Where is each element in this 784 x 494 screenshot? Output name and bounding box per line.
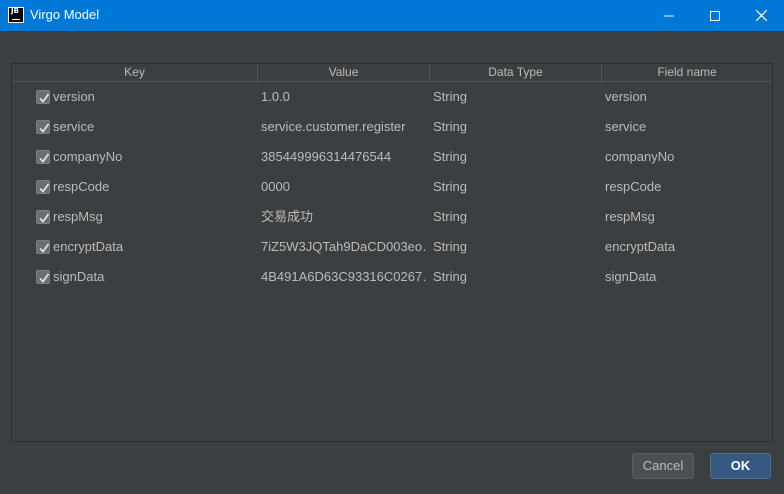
field-name-cell[interactable]: companyNo bbox=[605, 142, 765, 172]
field-name-cell[interactable]: respCode bbox=[605, 172, 765, 202]
window-title: Virgo Model bbox=[30, 7, 100, 22]
field-name-cell[interactable]: respMsg bbox=[605, 202, 765, 232]
ok-button[interactable]: OK bbox=[710, 453, 771, 479]
cancel-button[interactable]: Cancel bbox=[632, 453, 694, 479]
title-bar: JB Virgo Model bbox=[0, 0, 784, 31]
checkmark-icon bbox=[39, 273, 50, 283]
field-name-cell[interactable]: signData bbox=[605, 262, 765, 292]
field-name-cell[interactable]: version bbox=[605, 82, 765, 112]
include-checkbox[interactable] bbox=[36, 90, 50, 104]
include-checkbox[interactable] bbox=[36, 180, 50, 194]
checkmark-icon bbox=[39, 93, 50, 103]
data-type-cell[interactable]: String bbox=[433, 112, 598, 142]
close-button[interactable] bbox=[738, 0, 784, 31]
key-cell: respCode bbox=[53, 179, 110, 194]
checkmark-icon bbox=[39, 153, 50, 163]
minimize-icon bbox=[664, 15, 674, 16]
table-header: Key Value Data Type Field name bbox=[12, 64, 772, 82]
close-icon bbox=[755, 10, 767, 21]
checkmark-icon bbox=[39, 183, 50, 193]
value-cell: service.customer.register bbox=[261, 119, 406, 134]
value-cell: 交易成功 bbox=[261, 209, 314, 224]
column-header-field-name[interactable]: Field name bbox=[602, 64, 772, 81]
data-type-cell[interactable]: String bbox=[433, 232, 598, 262]
key-cell: encryptData bbox=[53, 239, 124, 254]
key-cell: signData bbox=[53, 269, 105, 284]
maximize-button[interactable] bbox=[692, 0, 738, 31]
table-row[interactable]: service service.customer.register String… bbox=[12, 112, 772, 142]
maximize-icon bbox=[710, 10, 720, 21]
checkmark-icon bbox=[39, 123, 50, 133]
app-icon: JB bbox=[8, 7, 24, 23]
data-type-cell[interactable]: String bbox=[433, 142, 598, 172]
model-table: Key Value Data Type Field name version 1… bbox=[11, 63, 773, 442]
data-type-cell[interactable]: String bbox=[433, 202, 598, 232]
table-row[interactable]: version 1.0.0 String version bbox=[12, 82, 772, 112]
column-header-value[interactable]: Value bbox=[258, 64, 430, 81]
data-type-cell[interactable]: String bbox=[433, 82, 598, 112]
table-row[interactable]: encryptData 7iZ5W3JQTah9DaCD003eo… Strin… bbox=[12, 232, 772, 262]
table-row[interactable]: respMsg 交易成功 String respMsg bbox=[12, 202, 772, 232]
table-row[interactable]: signData 4B491A6D63C93316C0267… String s… bbox=[12, 262, 772, 292]
value-cell: 385449996314476544 bbox=[261, 149, 392, 164]
key-cell: respMsg bbox=[53, 209, 103, 224]
value-cell: 4B491A6D63C93316C0267… bbox=[261, 269, 427, 284]
data-type-cell[interactable]: String bbox=[433, 172, 598, 202]
checkmark-icon bbox=[39, 243, 50, 253]
key-cell: service bbox=[53, 119, 95, 134]
key-cell: version bbox=[53, 89, 95, 104]
include-checkbox[interactable] bbox=[36, 150, 50, 164]
column-header-data-type[interactable]: Data Type bbox=[430, 64, 602, 81]
include-checkbox[interactable] bbox=[36, 210, 50, 224]
table-row[interactable]: respCode 0000 String respCode bbox=[12, 172, 772, 202]
checkmark-icon bbox=[39, 213, 50, 223]
field-name-cell[interactable]: service bbox=[605, 112, 765, 142]
include-checkbox[interactable] bbox=[36, 240, 50, 254]
minimize-button[interactable] bbox=[646, 0, 692, 31]
value-cell: 7iZ5W3JQTah9DaCD003eo… bbox=[261, 239, 427, 254]
value-cell: 0000 bbox=[261, 179, 290, 194]
key-cell: companyNo bbox=[53, 149, 123, 164]
include-checkbox[interactable] bbox=[36, 120, 50, 134]
column-header-key[interactable]: Key bbox=[12, 64, 258, 81]
table-row[interactable]: companyNo 385449996314476544 String comp… bbox=[12, 142, 772, 172]
data-type-cell[interactable]: String bbox=[433, 262, 598, 292]
include-checkbox[interactable] bbox=[36, 270, 50, 284]
value-cell: 1.0.0 bbox=[261, 89, 290, 104]
field-name-cell[interactable]: encryptData bbox=[605, 232, 765, 262]
